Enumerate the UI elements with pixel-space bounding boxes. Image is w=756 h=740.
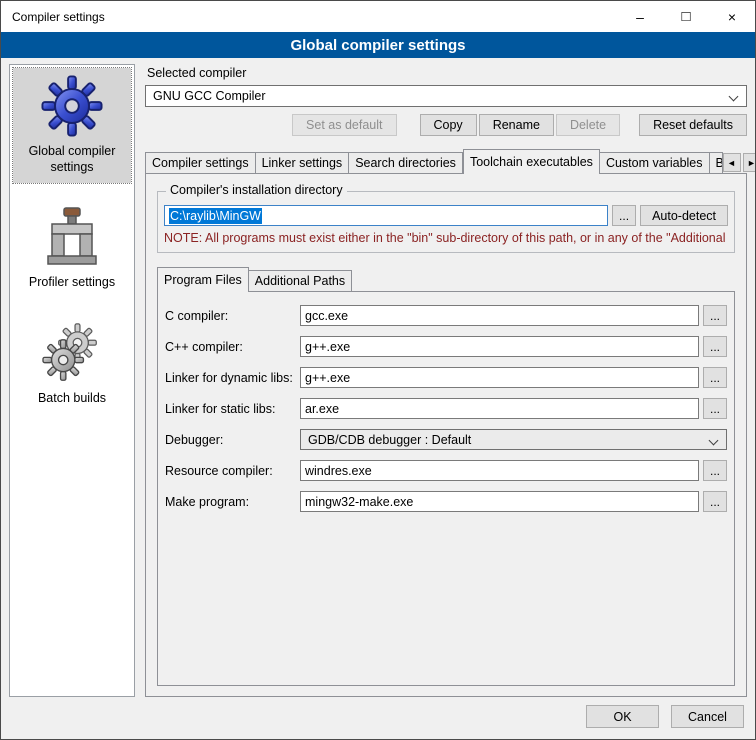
debugger-value: GDB/CDB debugger : Default [308, 433, 471, 447]
titlebar: Compiler settings – □ × [1, 1, 755, 32]
tab-program-files[interactable]: Program Files [157, 267, 249, 292]
profiler-icon [44, 205, 100, 269]
c-compiler-input[interactable]: gcc.exe [300, 305, 699, 326]
compiler-actions: Set as default Copy Rename Delete Reset … [145, 114, 747, 136]
chevron-down-icon [709, 436, 719, 446]
toolchain-executables-panel: Compiler's installation directory C:\ray… [145, 173, 747, 697]
gear-icon [41, 74, 103, 138]
sidebar-item-label: Global compiler settings [15, 144, 129, 175]
installation-directory-legend: Compiler's installation directory [166, 183, 347, 197]
tab-additional-paths[interactable]: Additional Paths [249, 270, 352, 291]
resource-compiler-label: Resource compiler: [165, 464, 296, 478]
auto-detect-button[interactable]: Auto-detect [640, 205, 728, 226]
maximize-button[interactable]: □ [663, 1, 709, 32]
compiler-settings-dialog: Compiler settings – □ × Global compiler … [0, 0, 756, 740]
settings-tabstrip: Compiler settings Linker settings Search… [145, 149, 747, 173]
installation-directory-browse-button[interactable]: ... [612, 205, 636, 226]
tab-compiler-settings[interactable]: Compiler settings [145, 152, 256, 173]
sidebar-item-label: Batch builds [38, 391, 106, 407]
dialog-body: Global compiler settings [1, 58, 755, 697]
rename-button[interactable]: Rename [479, 114, 554, 136]
ok-button[interactable]: OK [586, 705, 659, 728]
cancel-button[interactable]: Cancel [671, 705, 744, 728]
make-program-input[interactable]: mingw32-make.exe [300, 491, 699, 512]
close-button[interactable]: × [709, 1, 755, 32]
minimize-button[interactable]: – [617, 1, 663, 32]
selected-compiler-value: GNU GCC Compiler [153, 89, 266, 103]
reset-defaults-button[interactable]: Reset defaults [639, 114, 747, 136]
settings-category-list: Global compiler settings [9, 64, 135, 697]
sidebar-item-batch-builds[interactable]: Batch builds [13, 315, 131, 415]
sidebar-item-label: Profiler settings [29, 275, 115, 291]
set-as-default-button[interactable]: Set as default [292, 114, 396, 136]
tab-search-directories[interactable]: Search directories [349, 152, 463, 173]
dynamic-linker-browse-button[interactable]: ... [703, 367, 727, 388]
c-compiler-label: C compiler: [165, 309, 296, 323]
chevron-down-icon [729, 92, 739, 102]
installation-note: NOTE: All programs must exist either in … [164, 231, 728, 245]
main-panel: Selected compiler GNU GCC Compiler Set a… [145, 64, 747, 697]
installation-directory-group: Compiler's installation directory C:\ray… [157, 191, 735, 253]
window-controls: – □ × [617, 1, 755, 32]
sidebar-item-profiler-settings[interactable]: Profiler settings [13, 199, 131, 299]
dynamic-linker-label: Linker for dynamic libs: [165, 371, 296, 385]
tab-toolchain-executables[interactable]: Toolchain executables [463, 149, 600, 174]
cpp-compiler-input[interactable]: g++.exe [300, 336, 699, 357]
make-program-label: Make program: [165, 495, 296, 509]
selected-compiler-select[interactable]: GNU GCC Compiler [145, 85, 747, 107]
make-program-browse-button[interactable]: ... [703, 491, 727, 512]
tab-build-options[interactable]: Buil [710, 152, 723, 173]
installation-directory-value: C:\raylib\MinGW [169, 208, 262, 224]
cpp-compiler-label: C++ compiler: [165, 340, 296, 354]
c-compiler-browse-button[interactable]: ... [703, 305, 727, 326]
static-linker-browse-button[interactable]: ... [703, 398, 727, 419]
program-files-tabstrip: Program Files Additional Paths [157, 267, 735, 291]
dynamic-linker-input[interactable]: g++.exe [300, 367, 699, 388]
window-title: Compiler settings [1, 10, 105, 24]
resource-compiler-browse-button[interactable]: ... [703, 460, 727, 481]
sidebar-item-global-compiler-settings[interactable]: Global compiler settings [13, 68, 131, 183]
tab-scroll-left-icon[interactable]: ◄ [723, 153, 741, 172]
tab-scroll-right-icon[interactable]: ► [743, 153, 756, 172]
tab-linker-settings[interactable]: Linker settings [256, 152, 350, 173]
toolchain-fields: C compiler: gcc.exe ... C++ compiler: g+… [165, 305, 727, 512]
installation-directory-input[interactable]: C:\raylib\MinGW [164, 205, 608, 226]
batch-builds-icon [42, 321, 102, 385]
static-linker-input[interactable]: ar.exe [300, 398, 699, 419]
installation-directory-row: C:\raylib\MinGW ... Auto-detect [164, 205, 728, 226]
resource-compiler-input[interactable]: windres.exe [300, 460, 699, 481]
static-linker-label: Linker for static libs: [165, 402, 296, 416]
copy-button[interactable]: Copy [420, 114, 477, 136]
program-files-panel: C compiler: gcc.exe ... C++ compiler: g+… [157, 291, 735, 686]
delete-button[interactable]: Delete [556, 114, 620, 136]
tab-custom-variables[interactable]: Custom variables [600, 152, 710, 173]
page-title: Global compiler settings [1, 32, 755, 58]
cpp-compiler-browse-button[interactable]: ... [703, 336, 727, 357]
debugger-select[interactable]: GDB/CDB debugger : Default [300, 429, 727, 450]
selected-compiler-label: Selected compiler [147, 66, 747, 80]
dialog-footer: OK Cancel [1, 697, 755, 739]
tab-scroll-controls: ◄ ► [723, 153, 756, 172]
debugger-label: Debugger: [165, 433, 296, 447]
